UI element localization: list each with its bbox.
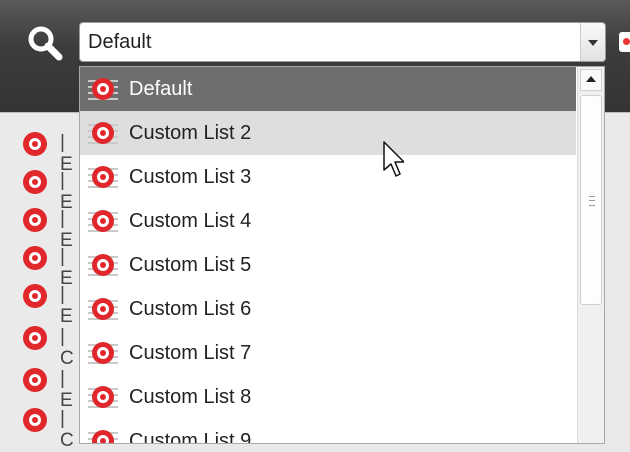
target-icon (23, 208, 47, 232)
option-label: Custom List 6 (129, 298, 252, 320)
dropdown-option[interactable]: Custom List 8 (80, 375, 576, 419)
target-icon (619, 32, 630, 52)
list-target-icon (88, 210, 118, 232)
dropdown-option[interactable]: Custom List 2 (80, 111, 576, 155)
list-item[interactable]: | E (22, 243, 82, 289)
list-target-icon (88, 254, 118, 276)
target-icon (23, 408, 47, 432)
mouse-pointer-icon (383, 141, 404, 177)
list-item[interactable]: | E (22, 281, 82, 327)
dropdown-option[interactable]: Custom List 9 (80, 419, 576, 444)
option-label: Default (129, 78, 193, 100)
option-label: Custom List 8 (129, 386, 252, 408)
dropdown-option[interactable]: Custom List 5 (80, 243, 576, 287)
option-label: Custom List 5 (129, 254, 252, 276)
dropdown-option[interactable]: Custom List 4 (80, 199, 576, 243)
list-item[interactable]: | E (22, 205, 82, 251)
chevron-down-icon[interactable] (580, 23, 605, 61)
target-icon (23, 132, 47, 156)
option-label: Custom List 2 (129, 122, 252, 144)
combo-selected-value: Default (88, 31, 152, 53)
scroll-thumb[interactable] (580, 95, 602, 305)
list-target-icon (88, 122, 118, 144)
grip-icon (589, 196, 595, 206)
option-label: Custom List 7 (129, 342, 252, 364)
list-target-icon (88, 342, 118, 364)
option-label: Custom List 9 (129, 430, 252, 444)
search-icon[interactable] (26, 24, 64, 62)
dropdown-option[interactable]: Custom List 3 (80, 155, 576, 199)
target-icon (23, 368, 47, 392)
list-target-icon (88, 430, 118, 443)
option-label: Custom List 3 (129, 166, 252, 188)
list-item[interactable]: | E (22, 129, 82, 175)
list-item[interactable]: | C (22, 405, 82, 451)
list-target-icon (88, 78, 118, 100)
scroll-up-arrow-icon[interactable] (580, 69, 602, 91)
list-item[interactable]: | C (22, 323, 82, 369)
list-item[interactable]: | E (22, 167, 82, 213)
target-icon (23, 246, 47, 270)
dropdown-scrollbar[interactable] (577, 67, 604, 443)
list-select-combobox[interactable]: Default (79, 22, 606, 62)
option-label: Custom List 4 (129, 210, 252, 232)
list-target-icon (88, 386, 118, 408)
target-icon (23, 284, 47, 308)
list-item[interactable]: | E (22, 365, 82, 411)
list-select-dropdown: Default Custom List 2 Custom List 3 Cust… (79, 66, 605, 444)
dropdown-option-default[interactable]: Default (80, 67, 576, 111)
target-icon (23, 326, 47, 350)
list-target-icon (88, 166, 118, 188)
dropdown-option[interactable]: Custom List 7 (80, 331, 576, 375)
list-target-icon (88, 298, 118, 320)
dropdown-option[interactable]: Custom List 6 (80, 287, 576, 331)
target-icon (23, 170, 47, 194)
